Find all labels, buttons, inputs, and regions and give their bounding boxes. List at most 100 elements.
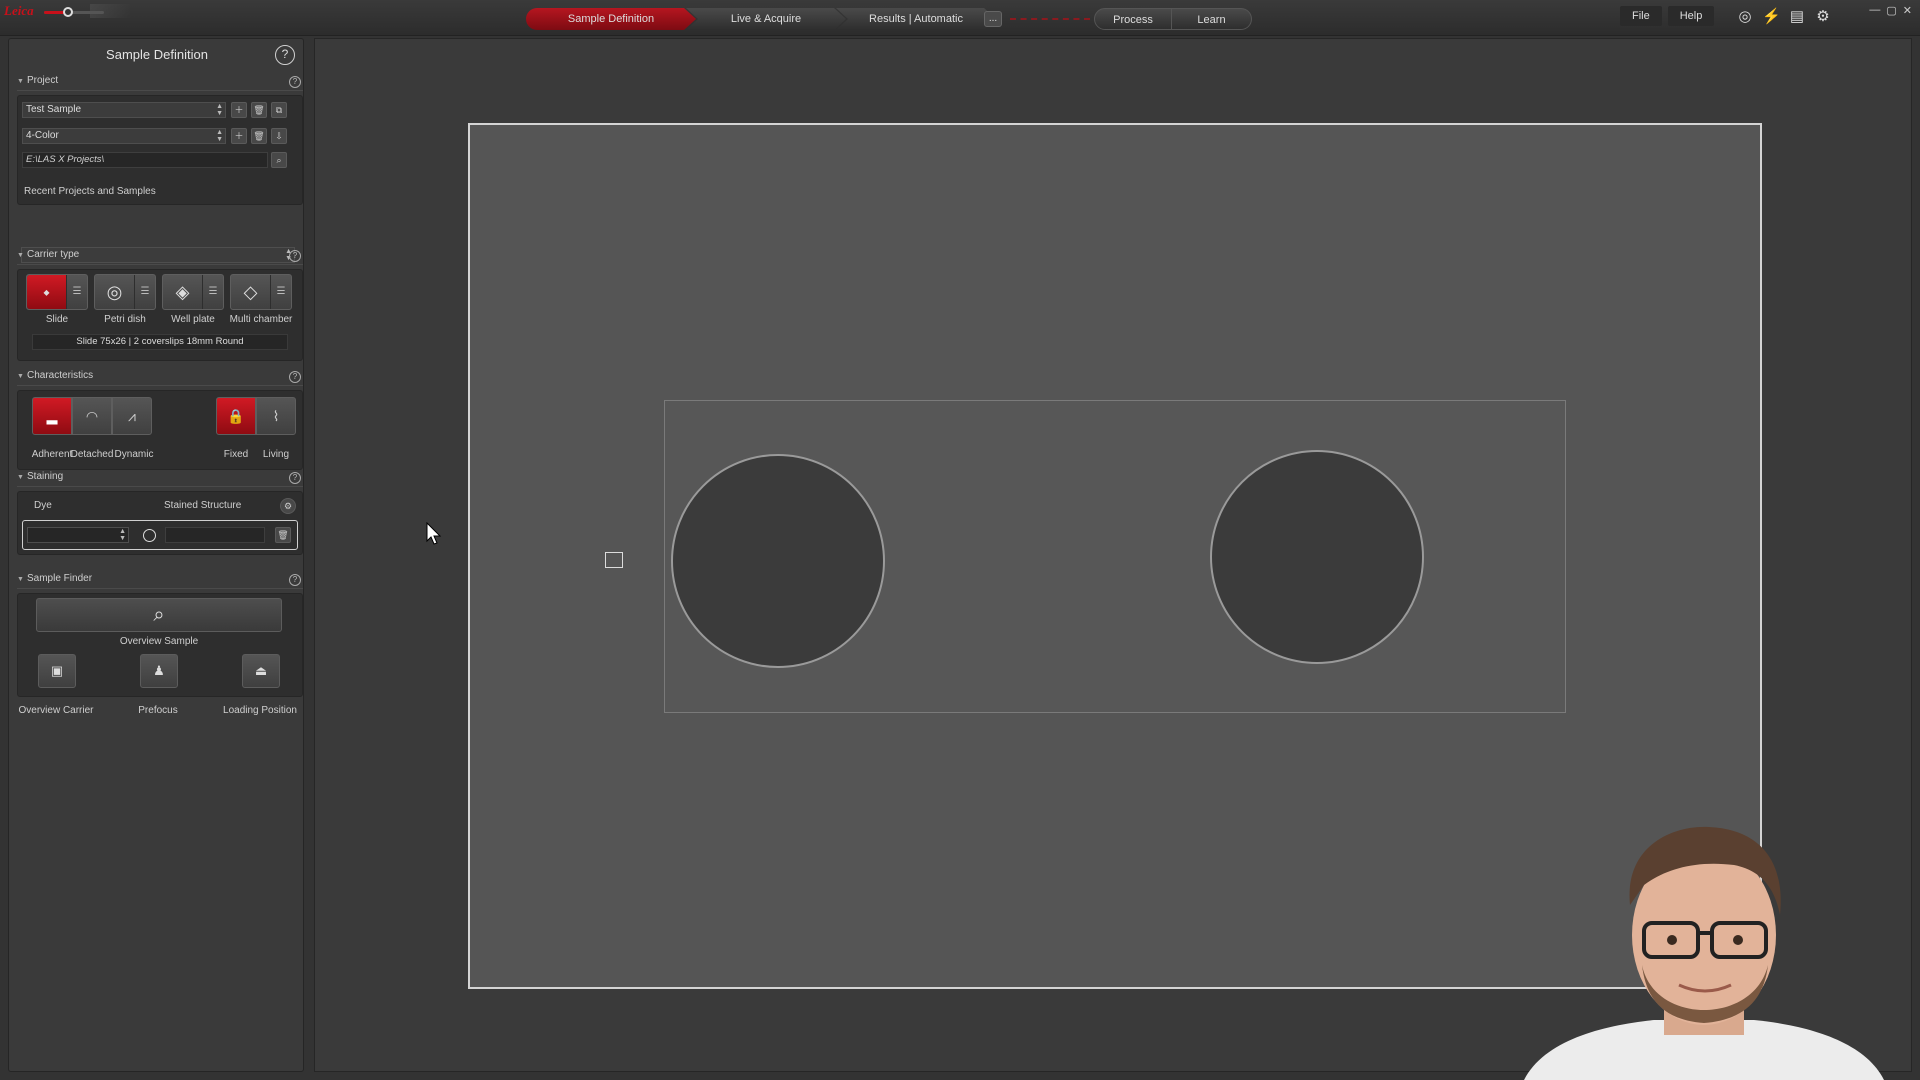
maximize-icon[interactable]: ▢ (1886, 4, 1896, 17)
characteristics-body: ▂ ◠ ⩘ 🔒 ⌇ Adherent Detached Dynamic Fixe… (17, 390, 303, 470)
options-icon[interactable]: ☰ (203, 275, 223, 309)
carrier-label-multi-chamber: Multi chamber (229, 314, 293, 325)
help-icon[interactable]: ? (289, 76, 301, 88)
project-header[interactable]: ▼ Project? (17, 75, 303, 91)
overview-sample-button[interactable]: ⌕ (36, 598, 282, 632)
staining-settings-icon[interactable]: ⚙ (280, 498, 296, 514)
staining-section: ▼ Staining? Dye Stained Structure ⚙ ▲ ▼ 🗑 (17, 471, 303, 555)
coverslip-right[interactable] (1210, 450, 1424, 664)
tab-live-acquire[interactable]: Live & Acquire (686, 8, 846, 30)
experiment-value: 4-Color (26, 130, 59, 141)
section-title: Sample Finder (27, 573, 93, 584)
trash-icon[interactable]: 🗑 (275, 527, 291, 543)
detached-button[interactable]: ◠ (72, 397, 112, 435)
carrier-well-plate-button[interactable]: ◈ ☰ (162, 274, 224, 310)
workflow-bar: Sample Definition Live & Acquire Results… (526, 8, 1252, 30)
prefocus-label: Prefocus (138, 705, 178, 716)
living-label: Living (262, 449, 290, 460)
main-menu: File Help (1620, 6, 1715, 26)
dye-color-icon[interactable] (143, 529, 156, 542)
multi-chamber-icon: ◇ (231, 275, 271, 309)
experiment-select[interactable]: 4-Color ▲ ▼ (22, 128, 226, 144)
prefocus-icon: ♟ (153, 663, 165, 678)
staining-header[interactable]: ▼ Staining? (17, 471, 303, 487)
characteristics-section: ▼ Characteristics? ▂ ◠ ⩘ 🔒 ⌇ Adherent Det… (17, 370, 303, 470)
help-icon[interactable]: ? (289, 472, 301, 484)
options-icon[interactable]: ☰ (67, 275, 87, 309)
living-button[interactable]: ⌇ (256, 397, 296, 435)
tab-sample-definition[interactable]: Sample Definition (526, 8, 696, 30)
detached-label: Detached (70, 449, 114, 460)
adherent-icon: ▂ (46, 408, 58, 424)
workflow-more-button[interactable]: ... (984, 11, 1002, 27)
stained-structure-field[interactable] (165, 527, 265, 543)
tab-process[interactable]: Process (1094, 8, 1172, 30)
section-title: Project (27, 75, 59, 86)
globe-icon[interactable]: ◎ (1736, 8, 1754, 26)
dye-select[interactable]: ▲ ▼ (27, 527, 129, 543)
gear-icon[interactable]: ⚙ (1814, 8, 1832, 26)
add-sample-icon[interactable]: ＋ (231, 102, 247, 118)
section-title: Characteristics (27, 370, 94, 381)
fixed-label: Fixed (223, 449, 249, 460)
notifications-icon[interactable]: ▤ (1788, 8, 1806, 26)
staining-row: ▲ ▼ 🗑 (22, 520, 298, 550)
sample-select[interactable]: Test Sample ▲ ▼ (22, 102, 226, 118)
coverslip-left[interactable] (671, 454, 885, 668)
carrier-type-header[interactable]: ▼ Carrier type? (17, 249, 303, 265)
panel-title: Sample Definition (106, 47, 208, 62)
staining-body: Dye Stained Structure ⚙ ▲ ▼ 🗑 (17, 491, 303, 555)
prefocus-button[interactable]: ♟ (140, 654, 178, 688)
browse-folder-icon[interactable]: ⌕ (271, 152, 287, 168)
menu-help[interactable]: Help (1667, 6, 1715, 26)
loading-position-icon: ⏏ (254, 663, 268, 678)
section-title: Staining (27, 471, 64, 482)
sample-finder-body: ⌕ Overview Sample ▣ ♟ ⏏ (17, 593, 303, 697)
spin-arrows-icon: ▲ ▼ (216, 129, 223, 143)
tab-learn[interactable]: Learn (1172, 8, 1252, 30)
status-tray: ◎ ⚡ ▤ ⚙ (1736, 8, 1832, 26)
slider-decoration (90, 4, 130, 18)
loading-position-button[interactable]: ⏏ (242, 654, 280, 688)
dye-column-label: Dye (34, 500, 52, 511)
adherent-button[interactable]: ▂ (32, 397, 72, 435)
carrier-petri-dish-button[interactable]: ◎ ☰ (94, 274, 156, 310)
sample-finder-header[interactable]: ▼ Sample Finder? (17, 573, 303, 589)
leica-logo: Leica (4, 3, 34, 18)
copy-icon[interactable]: ⧉ (271, 102, 287, 118)
help-icon[interactable]: ? (289, 250, 301, 262)
app-window: Leica Sample Definition Live & Acquire R… (0, 0, 1920, 1080)
carrier-label-well-plate: Well plate (171, 314, 215, 325)
trash-icon[interactable]: 🗑 (251, 102, 267, 118)
dynamic-button[interactable]: ⩘ (112, 397, 152, 435)
options-icon[interactable]: ☰ (135, 275, 155, 309)
save-icon[interactable]: ⇩ (271, 128, 287, 144)
search-icon: ⌕ (153, 604, 165, 626)
help-icon[interactable]: ? (289, 371, 301, 383)
dynamic-icon: ⩘ (128, 408, 136, 424)
fixed-button[interactable]: 🔒 (216, 397, 256, 435)
sample-value: Test Sample (26, 104, 82, 115)
carrier-type-body: ⬩ ☰ ◎ ☰ ◈ ☰ ◇ ☰ Slide Petri dish Well plate … (17, 269, 303, 361)
trash-icon[interactable]: 🗑 (251, 128, 267, 144)
help-icon[interactable]: ? (289, 574, 301, 586)
add-experiment-icon[interactable]: ＋ (231, 128, 247, 144)
minimize-icon[interactable]: — (1869, 4, 1880, 17)
help-icon[interactable]: ? (275, 45, 295, 65)
options-icon[interactable]: ☰ (271, 275, 291, 309)
overview-carrier-button[interactable]: ▣ (38, 654, 76, 688)
carrier-multi-chamber-button[interactable]: ◇ ☰ (230, 274, 292, 310)
well-plate-icon: ◈ (163, 275, 203, 309)
slider-knob[interactable] (63, 7, 73, 17)
project-path-field[interactable]: E:\LAS X Projects\ (22, 152, 268, 168)
carrier-slide-button[interactable]: ⬩ ☰ (26, 274, 88, 310)
workflow-connector (1010, 18, 1090, 20)
spin-arrows-icon: ▲ ▼ (216, 103, 223, 117)
tab-results[interactable]: Results | Automatic (836, 8, 996, 30)
slide-outline[interactable] (664, 400, 1566, 713)
status-ok-icon[interactable]: ⚡ (1762, 8, 1781, 26)
presenter-video (1524, 826, 1884, 1080)
menu-file[interactable]: File (1620, 6, 1662, 26)
close-icon[interactable]: ✕ (1903, 4, 1912, 17)
characteristics-header[interactable]: ▼ Characteristics? (17, 370, 303, 386)
